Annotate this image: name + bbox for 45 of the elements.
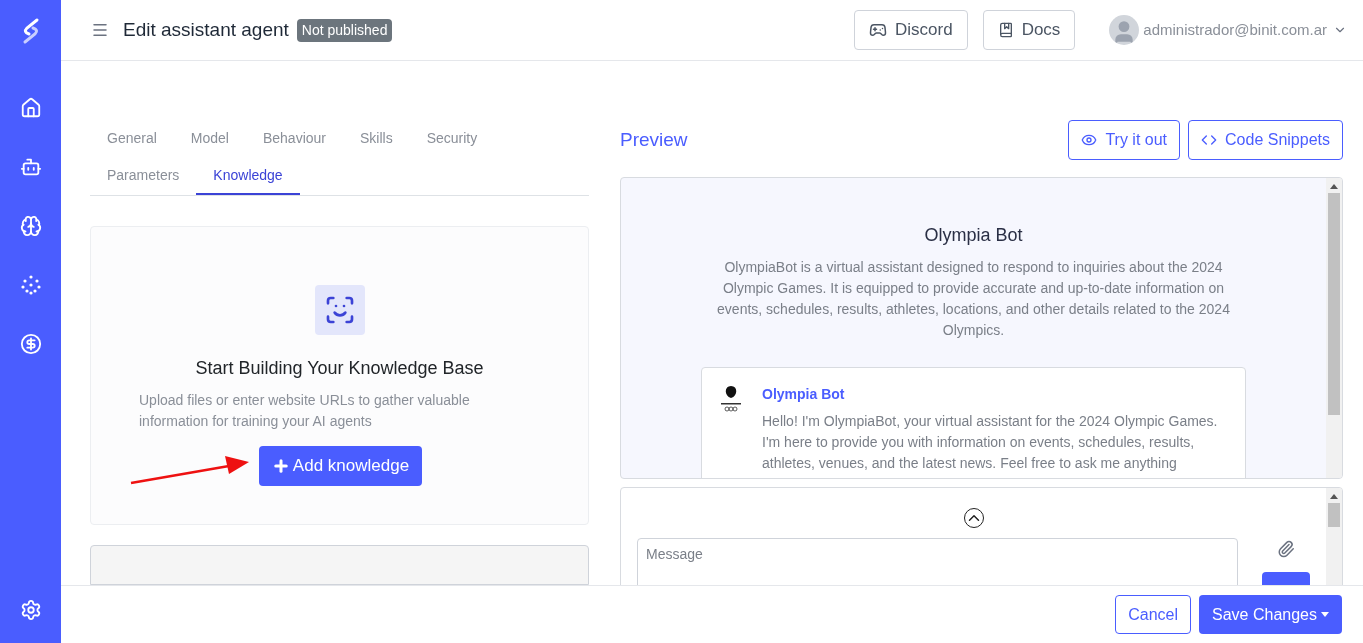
preview-title: Preview [620, 127, 688, 152]
discord-button[interactable]: Discord [854, 10, 968, 50]
book-icon [997, 22, 1014, 38]
try-it-out-button[interactable]: Try it out [1068, 120, 1181, 160]
add-knowledge-button[interactable]: Add knowledge [258, 446, 423, 486]
scroll-up-arrow-icon[interactable] [1330, 184, 1338, 189]
bot-name: Olympia Bot [924, 224, 1023, 247]
scrollbar-thumb[interactable] [1328, 193, 1340, 415]
dots-icon [19, 274, 42, 296]
caret-icon [1321, 612, 1329, 617]
plus-icon [271, 457, 290, 475]
gamepad-icon [869, 21, 887, 39]
scroll-up-arrow-icon[interactable] [1330, 494, 1338, 499]
empty-state-text: Upload files or enter website URLs to gather valuable information for training your AI agents [139, 391, 471, 431]
empty-state-title: Start Building Your Knowledge Base [195, 357, 484, 380]
message-sender: Olympia Bot [762, 385, 846, 404]
face-scan-icon [314, 285, 365, 335]
tab[interactable]: Knowledge [196, 158, 300, 195]
message-text: Hello! I'm OlympiaBot, your virtual assistant for the 2024 Olympic Games. I'm here to provide you with information on events, schedules, results, athletes, venues, and the latest news. Feel free to ask me anything [762, 412, 1219, 473]
scrollbar-thumb[interactable] [1328, 503, 1340, 527]
save-changes-button[interactable]: Save Changes [1199, 595, 1342, 634]
status-badge: Not published [296, 18, 393, 42]
tab[interactable]: Behaviour [245, 121, 343, 158]
bot-logo-icon [718, 384, 744, 414]
paperclip-icon[interactable] [1277, 540, 1295, 558]
tab[interactable]: General [90, 121, 174, 158]
tab[interactable]: Model [173, 121, 246, 158]
tab[interactable]: Skills [343, 121, 410, 158]
code-snippets-button[interactable]: Code Snippets [1188, 120, 1343, 160]
avatar-icon [1109, 15, 1140, 45]
page-title: Edit assistant agent [123, 17, 289, 42]
docs-button[interactable]: Docs [982, 10, 1076, 50]
menu-icon[interactable] [91, 21, 109, 39]
tab[interactable]: Parameters [90, 158, 197, 195]
robot-icon [19, 156, 42, 178]
tab[interactable]: Security [409, 121, 495, 158]
home-icon [19, 97, 42, 119]
bot-description: OlympiaBot is a virtual assistant designed to respond to inquiries about the 2024 Olympic Games. It is equipped to provide accurate and up-to-date information on events, schedules, results, athletes, locations, and other details related to the 2024 Olympics. [716, 258, 1231, 340]
dollar-icon [19, 333, 42, 355]
user-menu[interactable]: administrador@binit.com.ar [1143, 18, 1327, 42]
code-icon [1201, 132, 1218, 148]
brain-icon [19, 215, 42, 237]
eye-icon [1081, 132, 1098, 148]
cancel-button[interactable]: Cancel [1115, 595, 1192, 634]
settings-icon[interactable] [19, 599, 42, 621]
